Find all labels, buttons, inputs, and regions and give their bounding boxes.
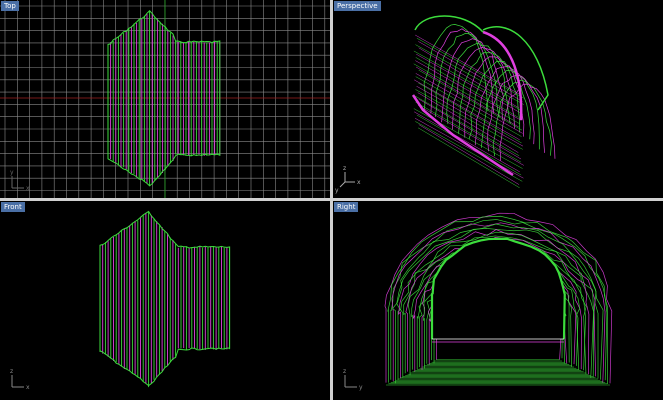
axis-gizmo-right: y z: [343, 368, 363, 391]
axis-gizmo-top: x y: [10, 169, 30, 192]
axis-label-z: z: [10, 368, 13, 375]
axis-label-x: x: [357, 179, 361, 186]
viewport-tab-right[interactable]: Right: [334, 202, 359, 212]
axis-gizmo-front: x z: [10, 368, 30, 391]
axis-label-x: x: [26, 384, 30, 391]
axis-label-y: y: [335, 187, 339, 194]
viewport-tab-top[interactable]: Top: [1, 1, 19, 11]
top-view-canvas[interactable]: x y: [0, 0, 330, 198]
axis-gizmo-perspective: x z y: [335, 165, 361, 194]
mesh-perspective: [411, 15, 556, 189]
viewport-front[interactable]: Front x z: [0, 201, 330, 400]
mesh-right: [384, 212, 613, 386]
viewport-top[interactable]: Top x y: [0, 0, 330, 198]
axis-label-z: z: [343, 368, 346, 375]
axis-label-y: y: [359, 384, 363, 391]
viewport-perspective[interactable]: Perspective x z y: [333, 0, 663, 198]
axis-label-y: y: [10, 169, 14, 176]
viewport-right[interactable]: Right y z: [333, 201, 663, 400]
axis-label-x: x: [26, 185, 30, 192]
cad-window: Top x y Perspective x z y Front x z Righ…: [0, 0, 663, 400]
front-view-canvas[interactable]: x z: [0, 201, 330, 400]
axis-label-z: z: [343, 165, 346, 172]
perspective-view-canvas[interactable]: x z y: [333, 0, 663, 198]
viewport-tab-perspective[interactable]: Perspective: [334, 1, 381, 11]
viewport-tab-front[interactable]: Front: [1, 202, 25, 212]
mesh-front: [99, 210, 231, 388]
right-view-canvas[interactable]: y z: [333, 201, 663, 400]
